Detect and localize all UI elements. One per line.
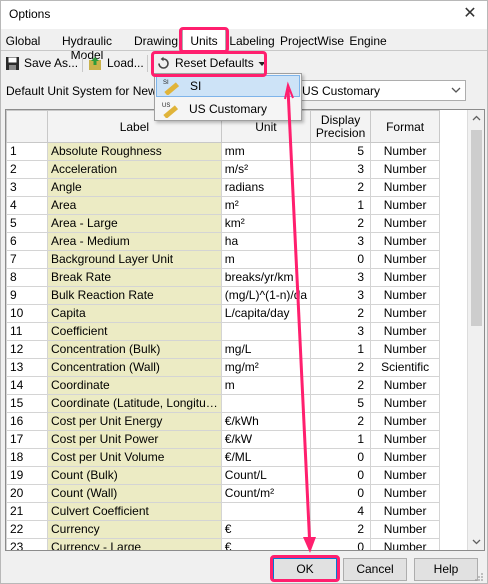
annotation-arrow [284, 81, 316, 553]
options-dialog: Options ✕ Global Hydraulic Model Drawing… [0, 0, 488, 584]
